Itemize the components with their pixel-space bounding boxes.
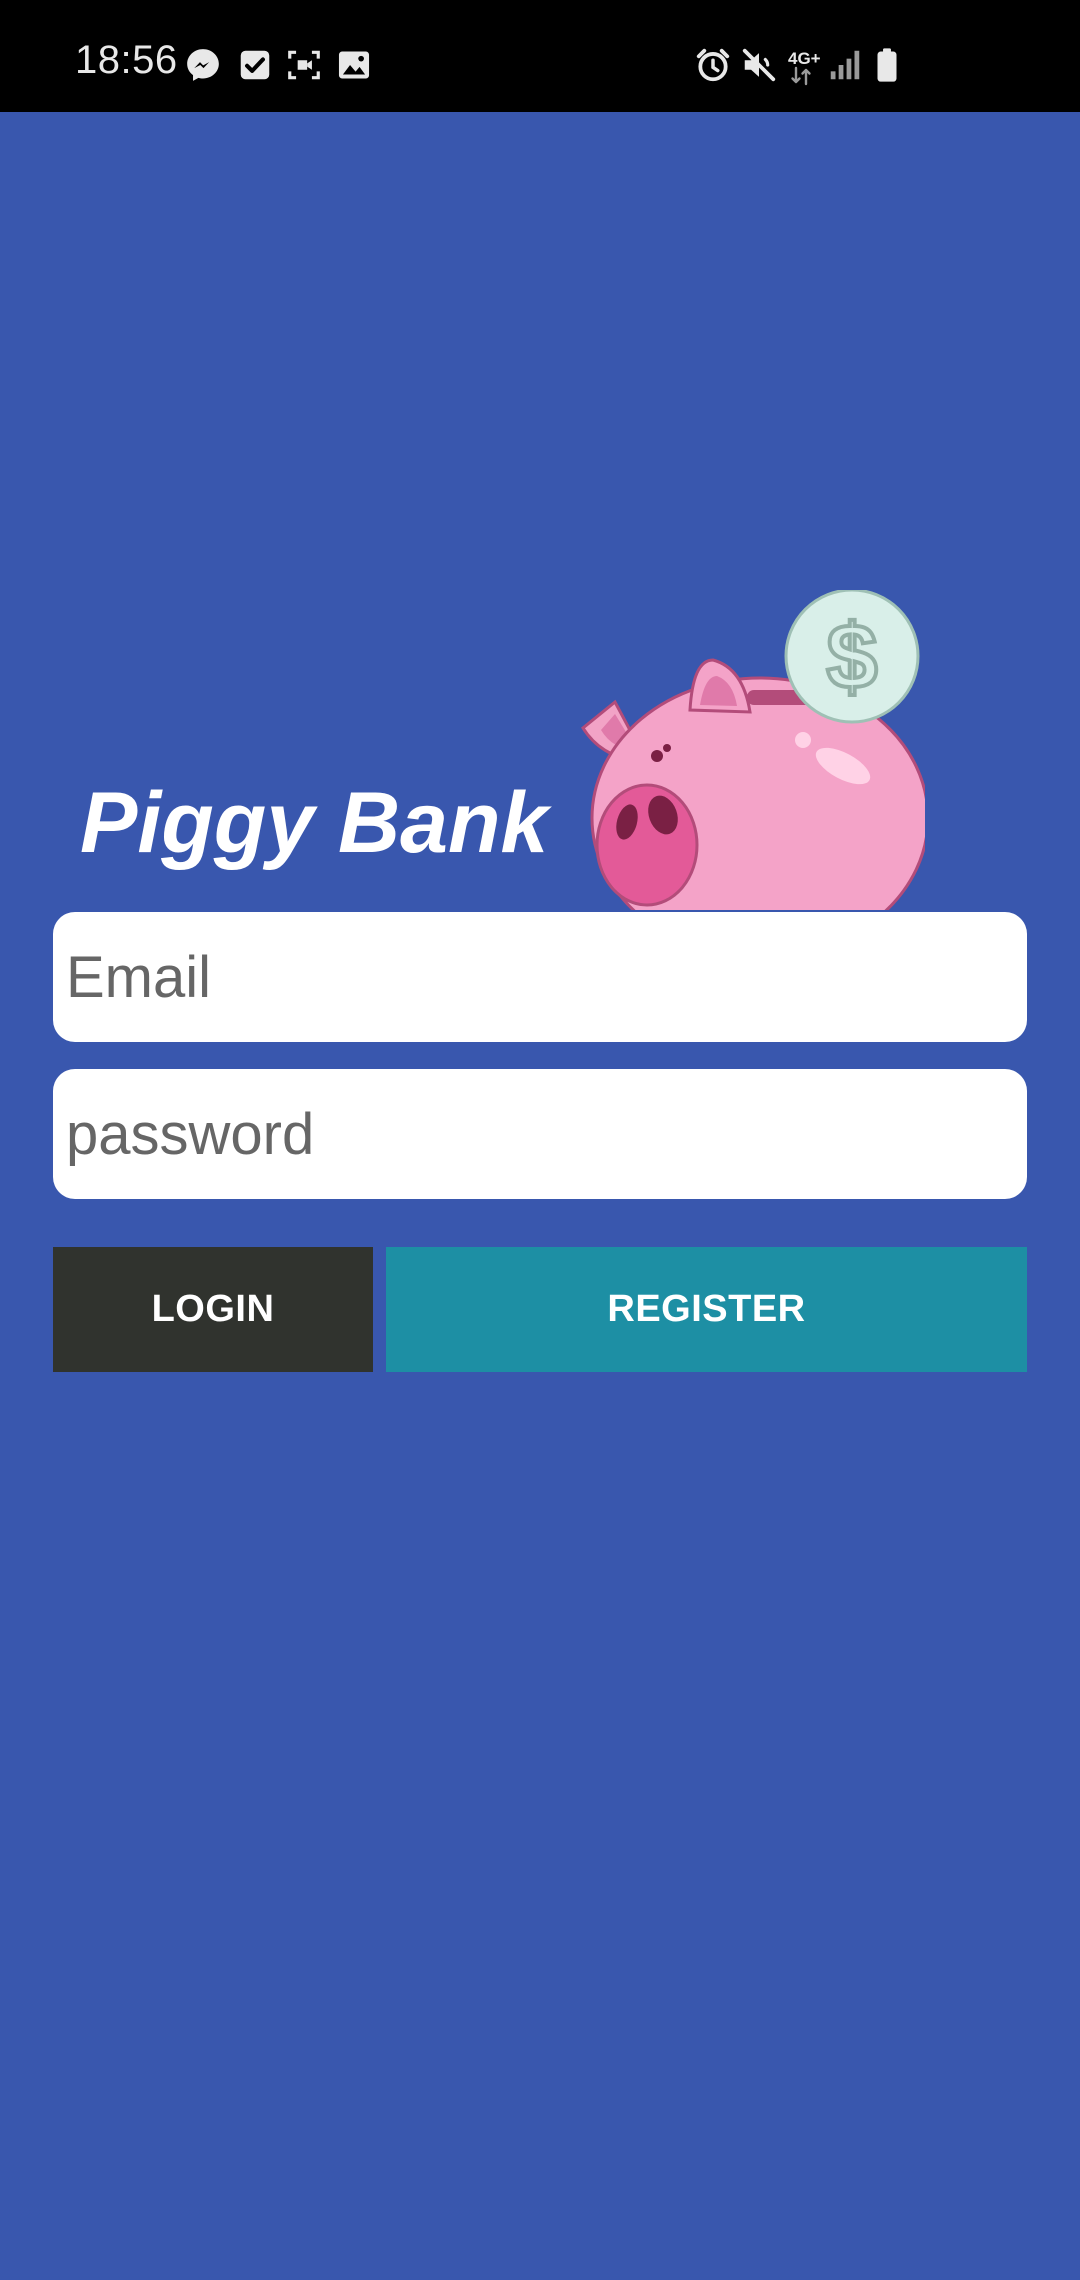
image-icon: [335, 46, 373, 84]
login-button[interactable]: LOGIN: [53, 1247, 373, 1372]
mute-icon: [740, 46, 778, 84]
messenger-icon: [184, 46, 222, 84]
checkbox-icon: [236, 46, 274, 84]
network-label: 4G+: [788, 49, 821, 68]
email-field[interactable]: [53, 912, 1027, 1042]
screen-record-icon: [285, 46, 323, 84]
piggy-bank-icon: $: [575, 590, 925, 910]
battery-icon: [868, 46, 906, 84]
password-field[interactable]: [53, 1069, 1027, 1199]
email-field-container: [53, 912, 1027, 1042]
alarm-icon: [694, 46, 732, 84]
register-button[interactable]: REGISTER: [386, 1247, 1027, 1372]
signal-icon: [826, 46, 864, 84]
svg-text:$: $: [826, 606, 877, 708]
status-time: 18:56: [75, 38, 178, 82]
status-bar: 18:56 4G+: [0, 0, 1080, 112]
app-title: Piggy Bank: [80, 775, 549, 871]
password-field-container: [53, 1069, 1027, 1199]
network-4g-icon: [788, 66, 814, 86]
